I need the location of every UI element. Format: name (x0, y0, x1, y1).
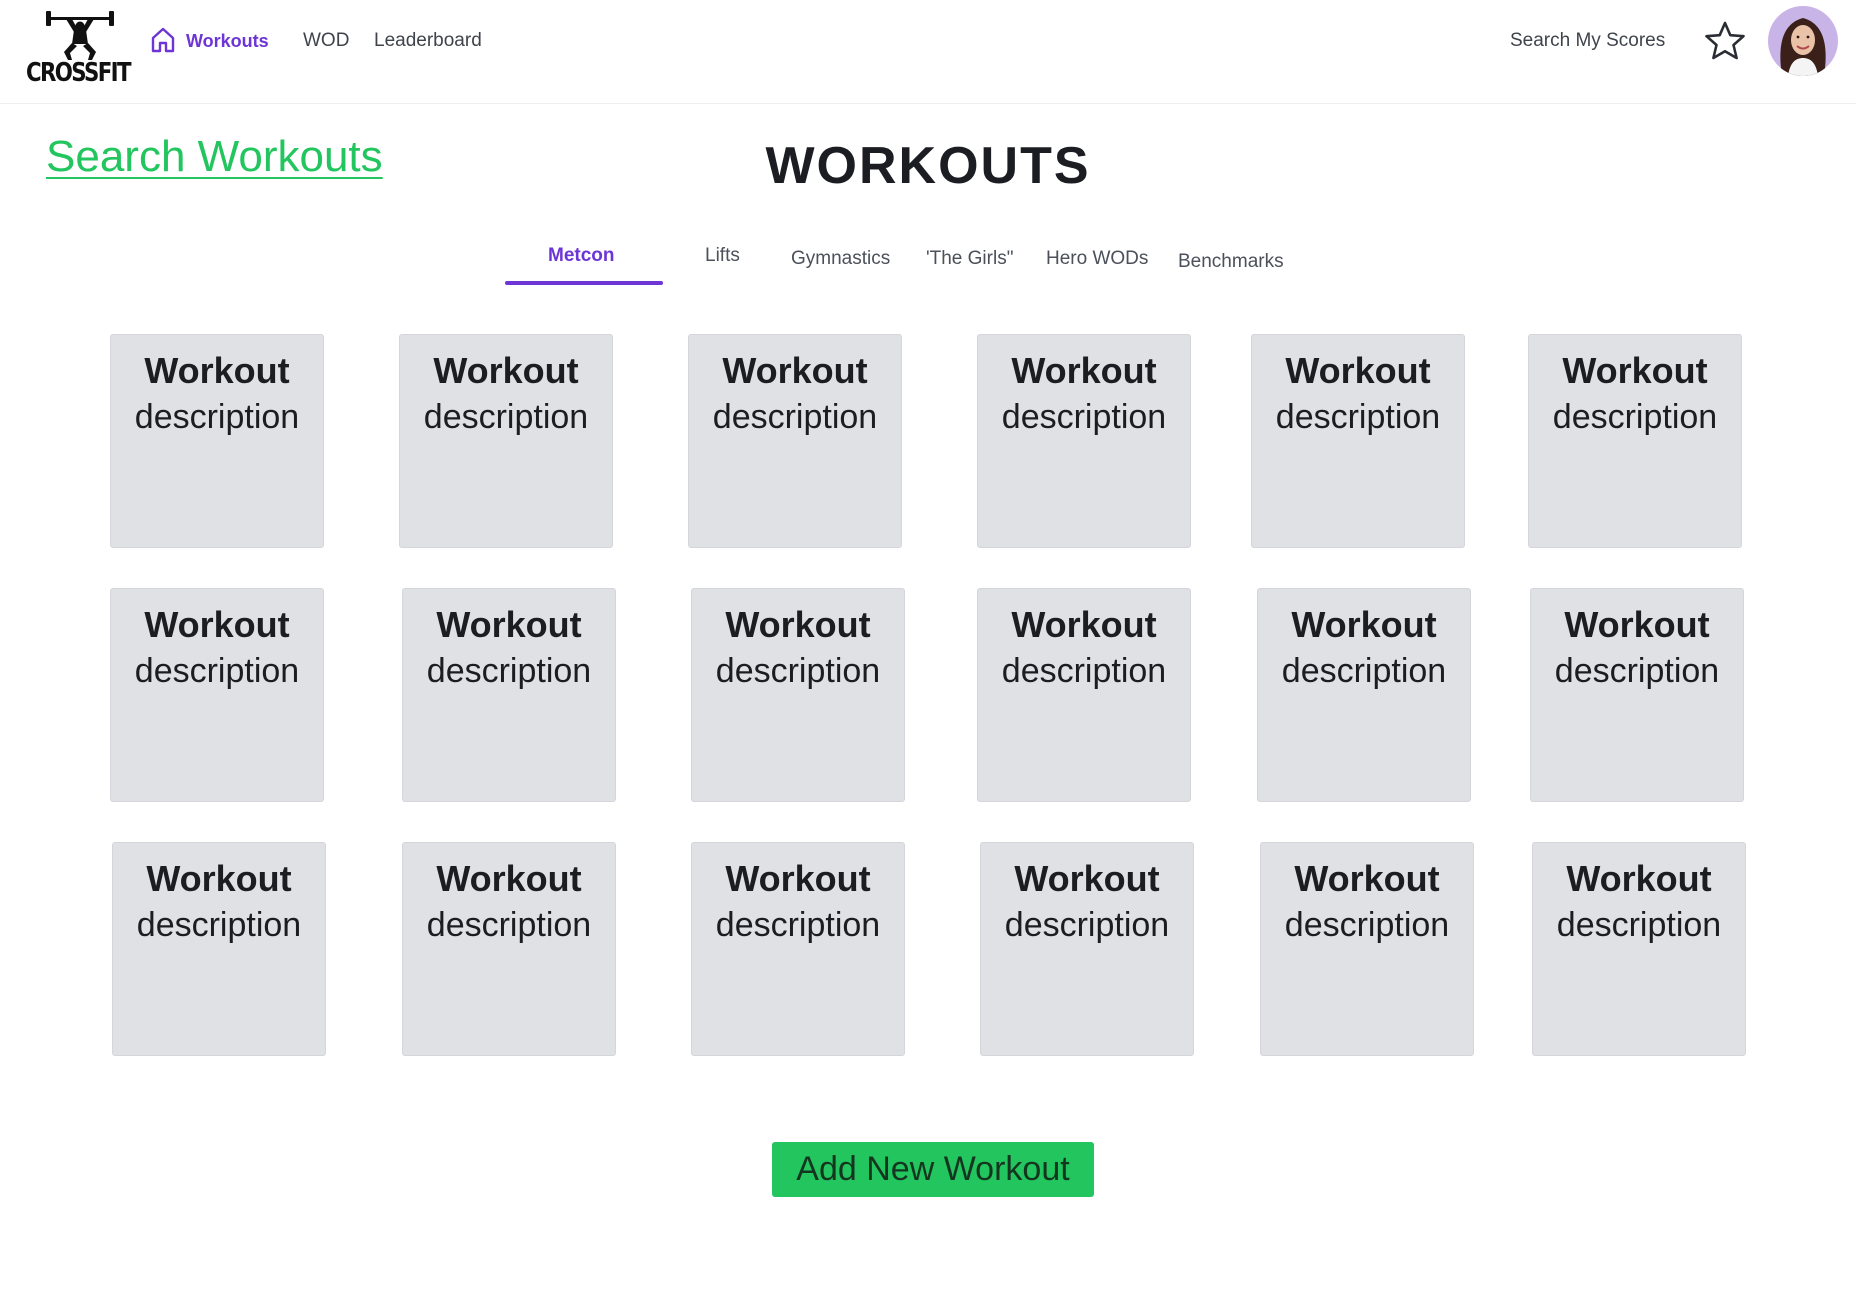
workout-card-description: description (712, 398, 878, 436)
workout-card-description: description (1001, 652, 1167, 690)
workout-card[interactable]: Workout description (402, 588, 616, 802)
workout-card-description: description (1556, 906, 1722, 944)
add-new-workout-button[interactable]: Add New Workout (772, 1142, 1094, 1197)
workout-card[interactable]: Workout description (110, 588, 324, 802)
workout-card[interactable]: Workout description (1528, 334, 1742, 548)
workout-card-title: Workout (1011, 350, 1157, 391)
nav-item-workouts[interactable]: Workouts (186, 28, 269, 54)
workout-card[interactable]: Workout description (399, 334, 613, 548)
workout-card[interactable]: Workout description (110, 334, 324, 548)
workout-card-title: Workout (146, 858, 292, 899)
active-tab-indicator (505, 281, 663, 285)
workout-card-description: description (1004, 906, 1170, 944)
workout-card-description: description (1001, 398, 1167, 436)
workout-card-description: description (1281, 652, 1447, 690)
workout-card-description: description (1554, 652, 1720, 690)
nav-item-wod[interactable]: WOD (303, 28, 349, 54)
workout-card-title: Workout (725, 858, 871, 899)
logo-text: CROSSFIT (26, 58, 132, 88)
star-icon[interactable] (1704, 20, 1746, 62)
workout-card-description: description (1552, 398, 1718, 436)
tab-lifts[interactable]: Lifts (705, 242, 740, 270)
top-navbar: CROSSFIT Workouts WOD Leaderboard Search… (0, 0, 1856, 104)
workout-card[interactable]: Workout description (980, 842, 1194, 1056)
workout-card-description: description (715, 652, 881, 690)
home-icon[interactable] (150, 26, 176, 54)
workout-card-title: Workout (1564, 604, 1710, 645)
tab-metcon[interactable]: Metcon (548, 242, 615, 270)
workout-card[interactable]: Workout description (688, 334, 902, 548)
tab-gymnastics[interactable]: Gymnastics (791, 245, 890, 273)
workout-card[interactable]: Workout description (1251, 334, 1465, 548)
workout-card[interactable]: Workout description (977, 334, 1191, 548)
workout-card-description: description (1275, 398, 1441, 436)
workout-card[interactable]: Workout description (1532, 842, 1746, 1056)
workout-card-title: Workout (144, 350, 290, 391)
workout-card[interactable]: Workout description (691, 588, 905, 802)
workout-card-description: description (426, 906, 592, 944)
avatar-portrait-icon (1768, 6, 1838, 76)
workout-card[interactable]: Workout description (691, 842, 905, 1056)
workout-card[interactable]: Workout description (1260, 842, 1474, 1056)
workout-card[interactable]: Workout description (112, 842, 326, 1056)
workout-card-description: description (1284, 906, 1450, 944)
search-my-scores-link[interactable]: Search My Scores (1510, 28, 1665, 54)
tab-benchmarks[interactable]: Benchmarks (1178, 248, 1284, 276)
workout-card-description: description (134, 398, 300, 436)
workout-card-title: Workout (722, 350, 868, 391)
tab-the-girls[interactable]: 'The Girls" (926, 245, 1013, 273)
workout-card-title: Workout (725, 604, 871, 645)
weightlifter-icon (46, 11, 114, 60)
workout-card-title: Workout (1291, 604, 1437, 645)
workout-card[interactable]: Workout description (977, 588, 1191, 802)
workout-card[interactable]: Workout description (402, 842, 616, 1056)
workout-card-title: Workout (1285, 350, 1431, 391)
workout-card-title: Workout (1011, 604, 1157, 645)
workout-card-title: Workout (144, 604, 290, 645)
workout-card[interactable]: Workout description (1257, 588, 1471, 802)
workout-card-description: description (423, 398, 589, 436)
workout-card-title: Workout (1294, 858, 1440, 899)
nav-item-leaderboard[interactable]: Leaderboard (374, 28, 482, 54)
workout-card-title: Workout (436, 604, 582, 645)
workout-card-description: description (136, 906, 302, 944)
workout-card[interactable]: Workout description (1530, 588, 1744, 802)
workout-card-title: Workout (1562, 350, 1708, 391)
tab-hero-wods[interactable]: Hero WODs (1046, 245, 1148, 273)
workout-card-description: description (426, 652, 592, 690)
workout-card-description: description (715, 906, 881, 944)
workout-card-title: Workout (433, 350, 579, 391)
page-title: WORKOUTS (0, 136, 1856, 196)
workout-card-title: Workout (436, 858, 582, 899)
crossfit-logo[interactable]: CROSSFIT (26, 10, 134, 88)
user-avatar[interactable] (1768, 6, 1838, 76)
page-title-text: WORKOUTS (765, 137, 1091, 195)
workout-card-description: description (134, 652, 300, 690)
workout-card-title: Workout (1014, 858, 1160, 899)
workout-card-title: Workout (1566, 858, 1712, 899)
